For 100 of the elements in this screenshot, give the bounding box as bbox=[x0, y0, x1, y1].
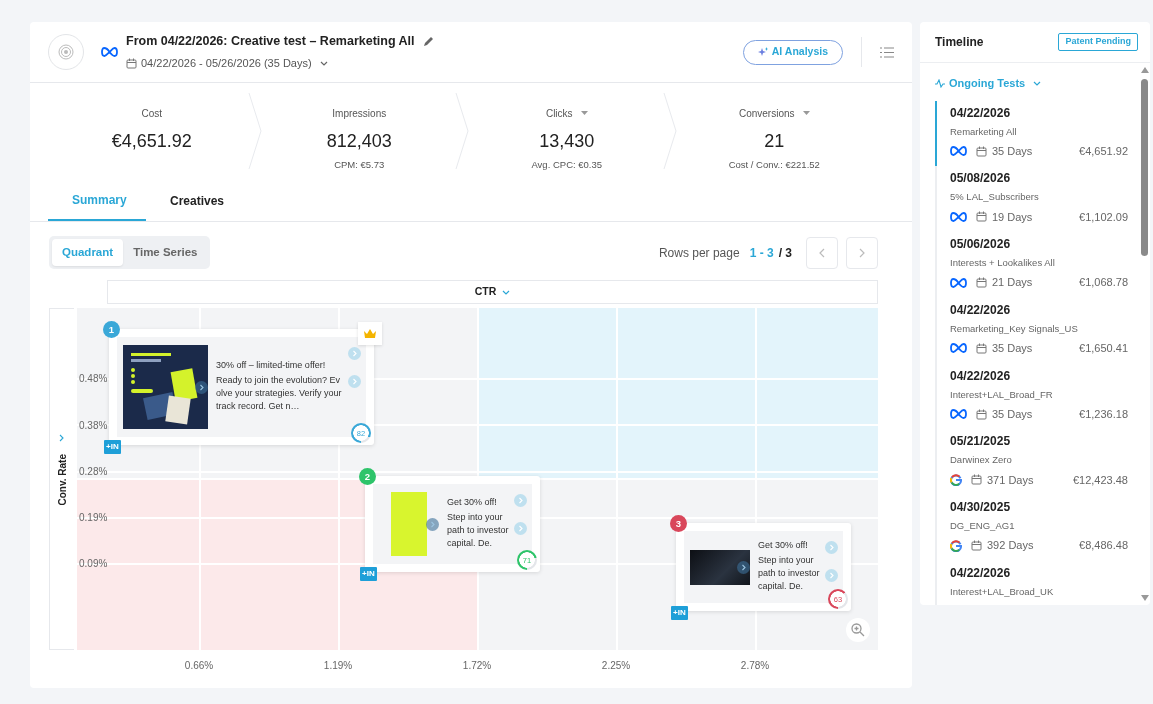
test-duration: 35 Days bbox=[992, 406, 1033, 422]
test-name: Darwinex Zero bbox=[950, 453, 1013, 468]
x-axis-tick-label: 2.25% bbox=[601, 659, 631, 674]
sparkle-icon bbox=[757, 47, 768, 57]
scroll-up-arrow-icon[interactable] bbox=[1141, 67, 1149, 73]
test-cost: €1,650.41 bbox=[1079, 341, 1128, 356]
view-toggle-option[interactable]: Time Series bbox=[123, 239, 208, 267]
y-axis-tick-label: 0.09% bbox=[79, 557, 108, 572]
previous-page-button[interactable] bbox=[806, 236, 838, 269]
metric-subvalue: Cost / Conv.: €221.52 bbox=[727, 158, 821, 173]
next-page-button[interactable] bbox=[846, 236, 878, 269]
timeline-test-item[interactable]: 05/08/2026 5% LAL_Subscribers 19 Days €1,102.09 bbox=[935, 166, 1140, 232]
test-name: 5% LAL_Subscribers bbox=[950, 190, 1040, 205]
test-duration: 21 Days bbox=[992, 275, 1033, 291]
test-cost: €12,423.48 bbox=[1072, 472, 1128, 488]
x-axis-metric-selector[interactable]: CTR bbox=[474, 284, 497, 301]
tag-badge: +IN bbox=[104, 440, 121, 455]
test-date: 04/22/2026 bbox=[950, 301, 1012, 319]
y-axis-tick-label: 0.28% bbox=[79, 464, 108, 479]
caret-down-icon[interactable] bbox=[802, 110, 810, 115]
test-date: 04/30/2025 bbox=[950, 499, 1012, 516]
calendar-icon bbox=[976, 211, 987, 223]
metric-value: 812,403 bbox=[325, 130, 393, 153]
pencil-icon[interactable] bbox=[422, 36, 434, 48]
meta-logo-icon bbox=[950, 146, 967, 156]
caret-down-icon[interactable] bbox=[580, 110, 588, 115]
calendar-icon bbox=[976, 342, 987, 354]
chevron-down-icon bbox=[1033, 80, 1042, 86]
calendar-icon bbox=[971, 474, 982, 486]
creative-body-text: Step into your path to investor capital. De. bbox=[447, 511, 510, 551]
rank-badge: 1 bbox=[103, 321, 120, 339]
meta-logo-icon bbox=[950, 343, 967, 354]
google-logo-icon bbox=[950, 473, 962, 486]
y-axis-tick-label: 0.19% bbox=[79, 511, 108, 526]
test-name: Remarketing_Key Signals_US bbox=[950, 321, 1079, 336]
test-cost: €4,651.92 bbox=[1079, 143, 1128, 159]
target-icon bbox=[58, 44, 74, 60]
test-name: Remarketing All bbox=[950, 124, 1018, 139]
metric-label: Cost bbox=[141, 107, 163, 121]
test-duration: 35 Days bbox=[992, 341, 1033, 356]
list-menu-icon[interactable] bbox=[880, 46, 894, 58]
test-cost: €8,486.48 bbox=[1079, 538, 1128, 554]
timeline-title: Timeline bbox=[935, 34, 984, 51]
y-axis-metric-label[interactable]: Conv. Rate bbox=[54, 453, 70, 505]
metric-subvalue: CPM: €5.73 bbox=[333, 158, 386, 173]
creative-headline: Get 30% off! bbox=[447, 496, 498, 510]
chevron-down-icon bbox=[319, 60, 328, 66]
timeline-test-item[interactable]: 04/22/2026 Interest+LAL_Broad_FR 35 Days €1,236.18 bbox=[935, 363, 1140, 430]
timeline-test-item[interactable]: 05/06/2026 Interests + Lookalikes All 21 Days €1,068.78 bbox=[935, 232, 1140, 298]
test-date: 04/22/2026 bbox=[950, 564, 1012, 582]
campaign-title: From 04/22/2026: Creative test – Remarketing All bbox=[126, 33, 415, 51]
meta-logo-icon bbox=[950, 211, 967, 222]
calendar-icon bbox=[976, 277, 987, 288]
calendar-icon bbox=[971, 540, 982, 551]
metric-subvalue: Avg. CPC: €0.35 bbox=[530, 158, 604, 173]
chevron-circle-icon[interactable] bbox=[195, 381, 208, 395]
test-cost: €1,102.09 bbox=[1079, 209, 1128, 225]
rank-badge: 3 bbox=[670, 515, 687, 533]
calendar-icon bbox=[126, 57, 137, 69]
test-date: 05/08/2026 bbox=[950, 170, 1012, 188]
page-total: / 3 bbox=[778, 244, 792, 262]
tag-badge: +IN bbox=[671, 606, 688, 621]
creative-thumbnail bbox=[690, 549, 750, 585]
meta-logo-icon bbox=[950, 409, 967, 419]
test-name: DG_ENG_AG1 bbox=[950, 519, 1016, 533]
test-date: 05/06/2026 bbox=[950, 236, 1012, 253]
test-name: Interest+LAL_Broad_UK bbox=[950, 584, 1055, 599]
test-duration: 19 Days bbox=[992, 209, 1033, 225]
x-axis-tick-label: 1.19% bbox=[323, 659, 353, 674]
rows-per-page-label: Rows per page bbox=[658, 244, 740, 262]
test-duration: 35 Days bbox=[992, 143, 1033, 159]
tab[interactable]: Creatives bbox=[146, 183, 244, 221]
creative-headline: 30% off – limited-time offer! bbox=[216, 359, 327, 373]
zoom-in-icon bbox=[851, 623, 865, 638]
calendar-icon bbox=[976, 408, 987, 420]
timeline-test-item[interactable]: 04/22/2026 Remarketing_Key Signals_US 35 Days €1,650.41 bbox=[935, 297, 1140, 364]
pulse-icon bbox=[935, 78, 945, 88]
chevron-circle-icon[interactable] bbox=[737, 561, 750, 575]
scrollbar-thumb[interactable] bbox=[1141, 79, 1148, 256]
metric-value: €4,651.92 bbox=[110, 130, 193, 153]
rank-badge: 2 bbox=[359, 468, 376, 486]
x-axis-tick-label: 0.66% bbox=[184, 659, 214, 674]
date-range[interactable]: 04/22/2026 - 05/26/2026 (35 Days) bbox=[141, 55, 312, 72]
test-cost: €1,236.18 bbox=[1079, 406, 1128, 422]
x-axis-tick-label: 2.78% bbox=[740, 659, 770, 674]
timeline-test-item[interactable]: 05/21/2025 Darwinex Zero 371 Days €12,423.48 bbox=[935, 429, 1140, 495]
creative-thumbnail bbox=[391, 492, 427, 557]
test-name: Interest+LAL_Broad_FR bbox=[950, 387, 1054, 402]
test-date: 05/21/2025 bbox=[950, 433, 1012, 451]
chevron-right-icon[interactable] bbox=[59, 434, 64, 443]
scroll-down-arrow-icon[interactable] bbox=[1141, 595, 1149, 601]
creative-body-text: Step into your path to investor capital. De. bbox=[758, 554, 821, 594]
timeline-test-item[interactable]: 04/22/2026 Interest+LAL_Broad_UK bbox=[935, 560, 1140, 605]
page-range: 1 - 3 bbox=[749, 244, 774, 262]
zoom-in-button[interactable] bbox=[846, 618, 870, 643]
crown-icon bbox=[363, 328, 377, 340]
test-cost: €1,068.78 bbox=[1079, 275, 1128, 291]
y-axis-tick-label: 0.48% bbox=[79, 372, 108, 387]
x-axis-tick-label: 1.72% bbox=[462, 659, 492, 674]
timeline-test-item[interactable]: 04/30/2025 DG_ENG_AG1 392 Days €8,486.48 bbox=[935, 495, 1140, 561]
